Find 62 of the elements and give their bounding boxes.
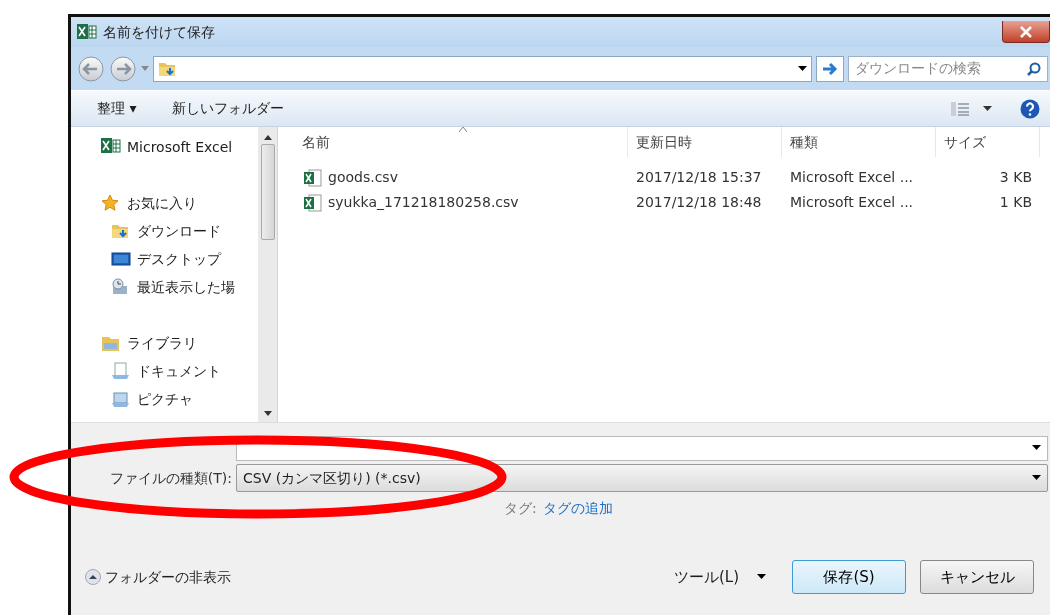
hide-folders-link[interactable]: フォルダーの非表示 [105,566,231,588]
document-icon [111,362,131,380]
file-name[interactable]: goods.csv [328,167,398,188]
table-cell-text: 2017/12/18 15:37 [635,168,763,187]
table-cell-text: Microsoft Excel ... [789,168,915,187]
download-folder-icon [111,222,131,240]
new-folder-button[interactable]: 新しいフォルダー [172,98,285,119]
table-cell-text: 1 KB [998,193,1033,212]
field-label: ファイルの種類(T): [108,468,233,488]
picture-folder-icon [111,390,131,408]
nav-item[interactable]: ピクチャ [137,388,193,410]
folder-icon [101,334,121,352]
star-icon [101,194,121,212]
file-type-dropdown[interactable]: CSV (カンマ区切り) (*.csv) [236,464,1048,492]
close-button[interactable] [1002,21,1050,43]
spreadsheet-icon [77,24,97,40]
file-name-field[interactable] [236,435,1048,461]
column-header[interactable]: 更新日時 [628,127,782,157]
search-field[interactable]: ダウンロードの検索 [848,55,1048,82]
monitor-icon [111,250,131,268]
table-cell-text: 3 KB [998,168,1033,187]
column-header[interactable]: サイズ [936,127,1040,157]
go-button[interactable] [816,55,844,82]
dropdown-icon [1032,445,1041,451]
search-icon [1027,61,1041,76]
nav-item[interactable]: 最近表示した場 [137,276,235,298]
forward-button[interactable] [109,54,137,83]
field-label: タグ: [504,498,537,518]
help-icon[interactable] [1020,98,1040,119]
spreadsheet-icon [101,138,121,156]
column-header[interactable]: 名前 [278,127,628,157]
scroll-down-icon [263,411,272,416]
nav-item[interactable]: お気に入り [127,192,197,214]
back-button[interactable] [77,54,105,83]
scrollbar-thumb[interactable] [260,144,275,240]
csv-file-icon [304,168,322,187]
arrow-icon [822,61,838,76]
csv-file-icon [304,193,322,212]
column-header[interactable]: 種類 [782,127,936,157]
nav-item[interactable]: デスクトップ [137,248,221,270]
file-name[interactable]: syukka_171218180258.csv [328,192,519,213]
organize-menu[interactable]: 整理 ▾ [97,98,137,119]
nav-item[interactable]: ライブラリ [127,332,197,354]
dropdown-icon[interactable] [983,105,992,112]
table-cell-text: Microsoft Excel ... [789,193,915,212]
window-title: 名前を付けて保存 [103,22,215,42]
save-button[interactable]: 保存(S) [792,560,906,594]
close-icon [1019,25,1033,38]
tools-menu[interactable]: ツール(L) [673,565,739,589]
scroll-up-icon [263,135,272,140]
view-list-icon[interactable] [951,101,969,116]
collapse-icon[interactable] [85,569,101,585]
add-tag-link[interactable]: タグの追加 [542,497,613,519]
dropdown-icon[interactable] [757,574,766,580]
dropdown-icon[interactable] [798,65,807,72]
cancel-button[interactable]: キャンセル [920,560,1034,594]
nav-item[interactable]: ドキュメント [137,360,221,382]
table-cell-text: 2017/12/18 18:48 [635,193,763,212]
nav-item[interactable]: Microsoft Excel [127,136,233,158]
scrollbar[interactable] [258,127,278,422]
dropdown-icon [1032,475,1041,481]
nav-item[interactable]: ダウンロード [137,220,221,242]
